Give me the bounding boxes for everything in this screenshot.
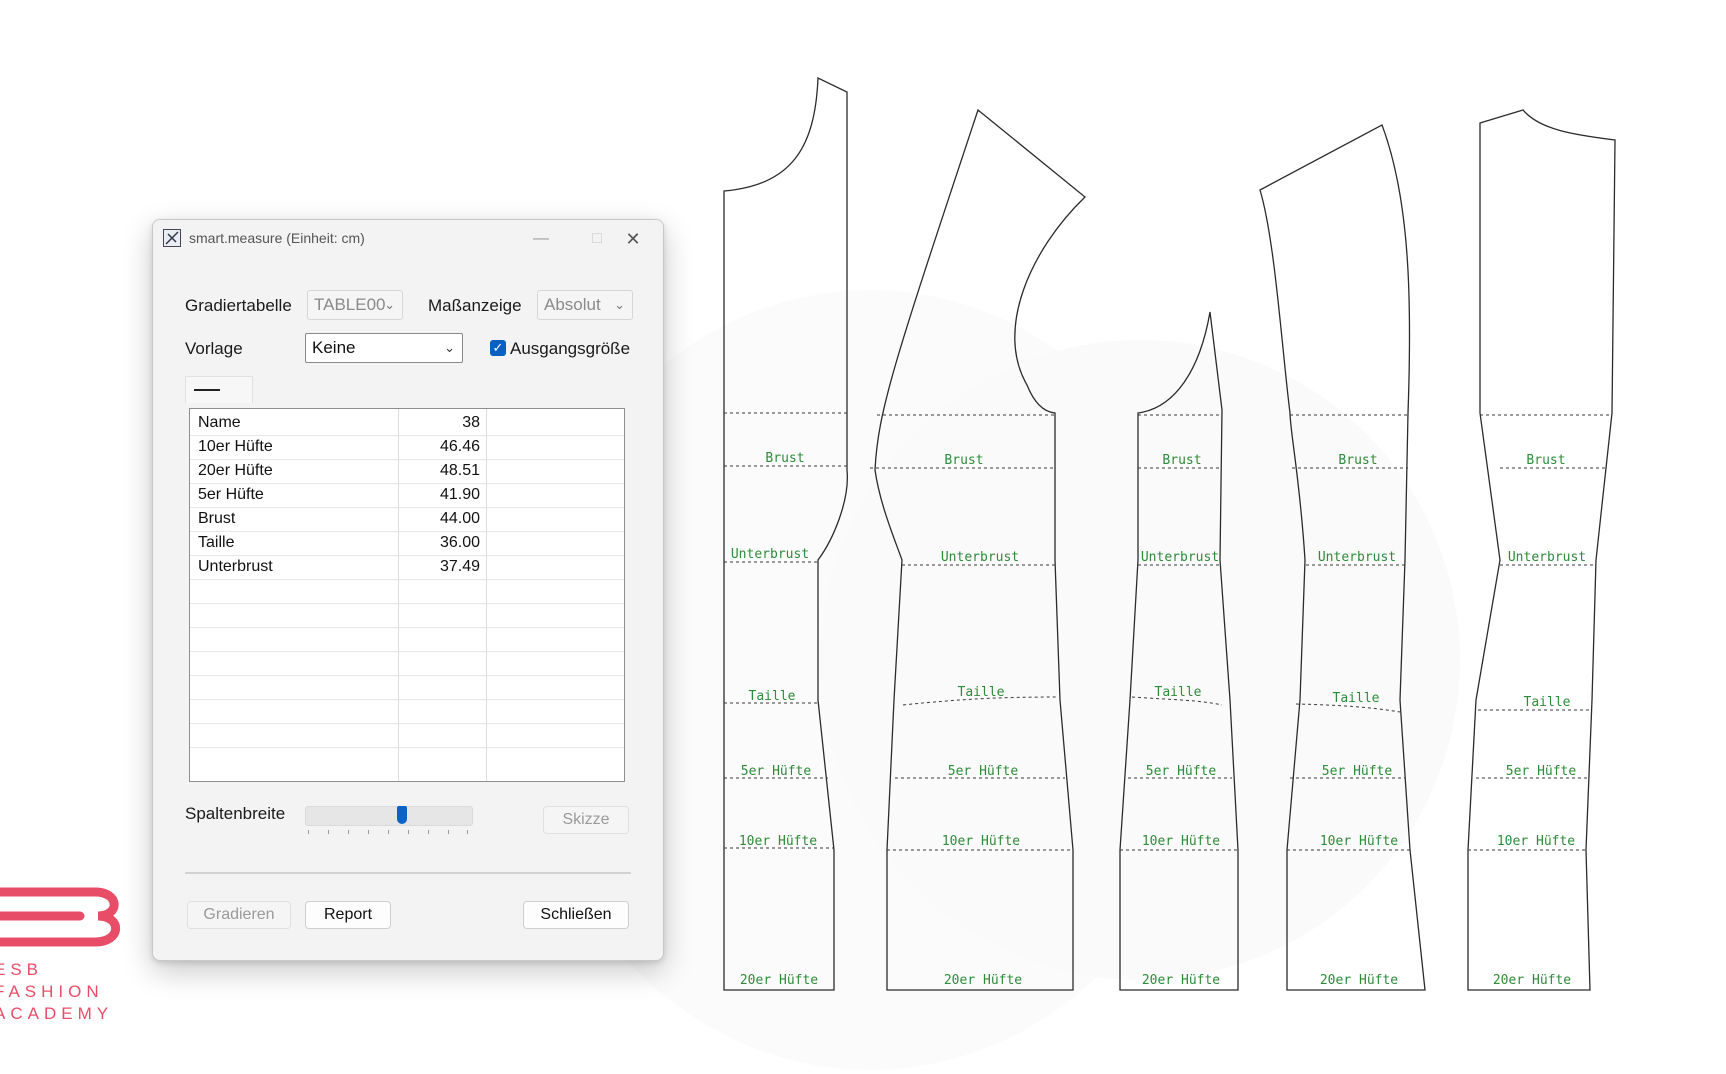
logo-text-line2: FASHION: [0, 982, 104, 1001]
table-row[interactable]: 5er Hüfte 41.90: [190, 483, 624, 508]
ausgangsgroesse-label[interactable]: Ausgangsgröße: [510, 339, 630, 359]
chevron-down-icon: ⌄: [614, 297, 625, 312]
minimize-button[interactable]: —: [521, 224, 561, 254]
pattern-label: Unterbrust: [941, 550, 1019, 565]
pattern-label: 20er Hüfte: [1320, 973, 1398, 988]
pattern-label: Brust: [1526, 453, 1565, 468]
empty-row[interactable]: [190, 699, 624, 724]
row-value: 46.46: [439, 438, 480, 455]
report-button[interactable]: Report: [305, 901, 391, 929]
pattern-label: 10er Hüfte: [942, 834, 1020, 849]
pattern-label: 20er Hüfte: [1493, 973, 1571, 988]
pattern-piece-3: [1119, 311, 1239, 991]
pattern-piece-1: [723, 76, 848, 991]
vorlage-select[interactable]: Keine ⌄: [305, 333, 463, 363]
logo-text-line3: ACADEMY: [0, 1004, 114, 1023]
pattern-label: 20er Hüfte: [740, 973, 818, 988]
row-name: Unterbrust: [198, 558, 273, 575]
row-name: Name: [198, 414, 241, 431]
pattern-label: Brust: [944, 453, 983, 468]
massanzeige-select[interactable]: Absolut ⌄: [537, 290, 633, 320]
tab-dash-icon: [194, 389, 220, 391]
pattern-label: 20er Hüfte: [944, 973, 1022, 988]
pattern-label: 5er Hüfte: [1146, 764, 1217, 779]
dialog-titlebar[interactable]: smart.measure (Einheit: cm) — □ ✕: [153, 220, 663, 258]
row-value: 44.00: [439, 510, 480, 527]
row-value: 36.00: [439, 534, 480, 551]
pattern-label: Unterbrust: [731, 547, 809, 562]
logo-text-line1: ESB: [0, 960, 44, 979]
close-button[interactable]: ✕: [613, 224, 653, 254]
skizze-button[interactable]: Skizze: [543, 806, 629, 834]
pattern-label: 20er Hüfte: [1142, 973, 1220, 988]
maximize-button[interactable]: □: [577, 224, 617, 254]
row-value: 38: [462, 414, 480, 431]
vorlage-value: Keine: [312, 338, 356, 357]
dialog-title: smart.measure (Einheit: cm): [189, 230, 365, 246]
pattern-label: Unterbrust: [1141, 550, 1219, 565]
empty-row[interactable]: [190, 579, 624, 604]
row-value: 41.90: [439, 486, 480, 503]
esb-logo: ESB FASHION ACADEMY: [0, 880, 130, 1023]
chevron-down-icon: ⌄: [444, 340, 455, 355]
pattern-label: 10er Hüfte: [1497, 834, 1575, 849]
pattern-label: Unterbrust: [1508, 550, 1586, 565]
gradiertabelle-select[interactable]: TABLE00 ⌄: [307, 290, 403, 320]
empty-row[interactable]: [190, 627, 624, 652]
esb-logo-mark: [0, 887, 121, 947]
pattern-label: 10er Hüfte: [1142, 834, 1220, 849]
pattern-label: 5er Hüfte: [1322, 764, 1393, 779]
row-value: 37.49: [439, 558, 480, 575]
empty-row[interactable]: [190, 675, 624, 700]
pattern-label: Brust: [1162, 453, 1201, 468]
pattern-label: Taille: [1155, 685, 1202, 700]
measure-table: Name 38 10er Hüfte 46.46 20er Hüfte 48.51 5…: [189, 408, 625, 782]
ausgangsgroesse-checkbox[interactable]: ✓: [490, 340, 506, 356]
spaltenbreite-slider-track[interactable]: [305, 806, 473, 826]
gradiertabelle-value: TABLE00: [314, 295, 386, 314]
row-name: Brust: [198, 510, 236, 527]
pattern-label: Taille: [958, 685, 1005, 700]
schliessen-button[interactable]: Schließen: [523, 901, 629, 929]
empty-row[interactable]: [190, 651, 624, 676]
pattern-label: 10er Hüfte: [739, 834, 817, 849]
separator: [185, 872, 631, 874]
row-name: 5er Hüfte: [198, 486, 264, 503]
table-tab[interactable]: [185, 376, 253, 403]
spaltenbreite-slider-thumb[interactable]: [396, 806, 407, 824]
table-row[interactable]: Name 38: [190, 411, 624, 436]
empty-row[interactable]: [190, 747, 624, 771]
pattern-label: 5er Hüfte: [741, 764, 812, 779]
slider-ticks: [308, 830, 468, 834]
row-value: 48.51: [439, 462, 480, 479]
gradiertabelle-label: Gradiertabelle: [185, 296, 292, 315]
empty-row[interactable]: [190, 723, 624, 748]
smart-measure-dialog: smart.measure (Einheit: cm) — □ ✕ Gradie…: [152, 219, 664, 961]
pattern-label: Taille: [1333, 691, 1380, 706]
pattern-label: Unterbrust: [1318, 550, 1396, 565]
empty-row[interactable]: [190, 603, 624, 628]
table-row[interactable]: 20er Hüfte 48.51: [190, 459, 624, 484]
pattern-label: Brust: [1338, 453, 1377, 468]
row-name: 10er Hüfte: [198, 438, 273, 455]
vorlage-label: Vorlage: [185, 339, 243, 358]
row-name: 20er Hüfte: [198, 462, 273, 479]
pattern-label: 5er Hüfte: [1506, 764, 1577, 779]
massanzeige-value: Absolut: [544, 295, 601, 314]
table-row[interactable]: 10er Hüfte 46.46: [190, 435, 624, 460]
pattern-label: Taille: [749, 689, 796, 704]
app-icon: [163, 229, 181, 247]
gradieren-button[interactable]: Gradieren: [187, 901, 291, 929]
row-name: Taille: [198, 534, 235, 551]
pattern-label: 5er Hüfte: [948, 764, 1019, 779]
table-row[interactable]: Taille 36.00: [190, 531, 624, 556]
pattern-label: Brust: [765, 451, 804, 466]
pattern-label: 10er Hüfte: [1320, 834, 1398, 849]
chevron-down-icon: ⌄: [384, 297, 395, 312]
spaltenbreite-label: Spaltenbreite: [185, 804, 286, 823]
table-row[interactable]: Brust 44.00: [190, 507, 624, 532]
table-row[interactable]: Unterbrust 37.49: [190, 555, 624, 580]
massanzeige-label: Maßanzeige: [428, 296, 522, 315]
pattern-label: Taille: [1524, 695, 1571, 710]
